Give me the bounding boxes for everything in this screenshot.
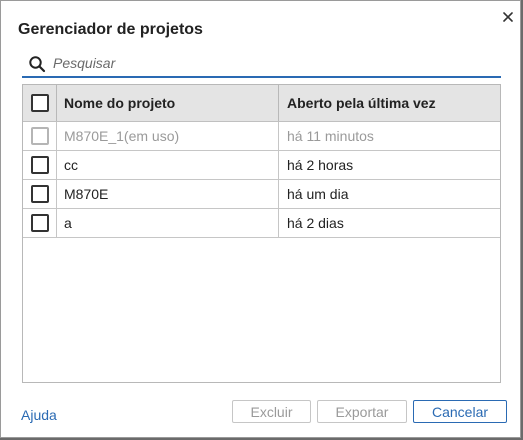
project-name: M870E_1(em uso) [56, 122, 278, 150]
search-icon [28, 55, 46, 73]
cancel-button[interactable]: Cancelar [413, 400, 507, 423]
row-checkbox[interactable] [30, 156, 49, 174]
row-checkbox [30, 127, 49, 145]
column-header-opened[interactable]: Aberto pela última vez [278, 85, 500, 121]
close-icon[interactable] [500, 9, 516, 25]
table-row[interactable]: a há 2 dias [23, 209, 500, 238]
table-row[interactable]: cc há 2 horas [23, 151, 500, 180]
row-checkbox[interactable] [30, 214, 49, 232]
search-input[interactable] [53, 52, 493, 74]
table-row: M870E_1(em uso) há 11 minutos [23, 122, 500, 151]
table-row[interactable]: M870E há um dia [23, 180, 500, 209]
project-name[interactable]: M870E [56, 180, 278, 208]
project-name[interactable]: cc [56, 151, 278, 179]
row-checkbox[interactable] [30, 185, 49, 203]
project-name[interactable]: a [56, 209, 278, 237]
dialog-title: Gerenciador de projetos [18, 21, 203, 38]
row-check-cell [23, 151, 56, 179]
project-last-opened[interactable]: há um dia [278, 180, 500, 208]
select-all-cell [23, 85, 56, 121]
row-check-cell [23, 122, 56, 150]
search-bar [22, 50, 501, 78]
project-last-opened[interactable]: há 2 dias [278, 209, 500, 237]
select-all-checkbox[interactable] [30, 94, 49, 112]
delete-button[interactable]: Excluir [232, 400, 311, 423]
row-check-cell [23, 209, 56, 237]
project-last-opened: há 11 minutos [278, 122, 500, 150]
project-manager-dialog: Gerenciador de projetos Nome do projeto … [0, 0, 521, 438]
help-link[interactable]: Ajuda [21, 407, 57, 423]
projects-table: Nome do projeto Aberto pela última vez M… [22, 84, 501, 383]
row-check-cell [23, 180, 56, 208]
column-header-name[interactable]: Nome do projeto [56, 85, 278, 121]
export-button[interactable]: Exportar [317, 400, 407, 423]
project-last-opened[interactable]: há 2 horas [278, 151, 500, 179]
table-header: Nome do projeto Aberto pela última vez [23, 85, 500, 122]
